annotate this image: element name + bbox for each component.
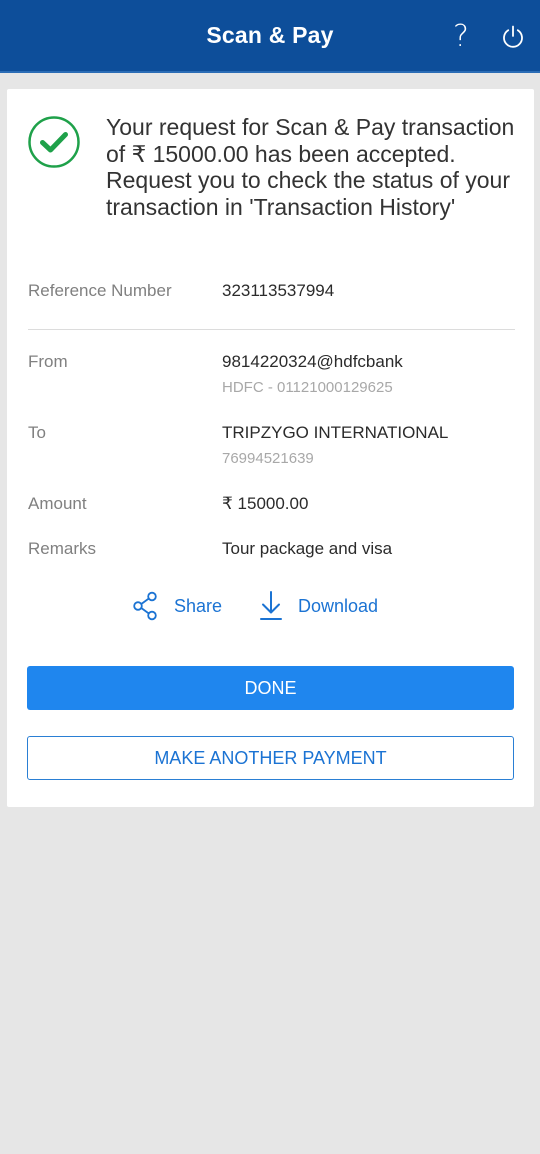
to-label: To — [28, 423, 46, 442]
download-label: Download — [298, 595, 379, 616]
remarks-value: Tour package and visa — [222, 539, 393, 558]
share-button[interactable]: Share — [132, 590, 222, 622]
amount-value: ₹ 15000.00 — [222, 494, 309, 513]
make-another-payment-button[interactable]: MAKE ANOTHER PAYMENT — [27, 736, 514, 780]
to-name: TRIPZYGO INTERNATIONAL — [222, 423, 449, 442]
remarks-label: Remarks — [28, 539, 97, 558]
reference-number-value: 323113537994 — [222, 281, 335, 300]
download-icon — [260, 591, 282, 620]
power-icon[interactable] — [501, 25, 525, 49]
divider — [28, 329, 515, 330]
from-vpa: 9814220324@hdfcbank — [222, 352, 403, 371]
done-button[interactable]: DONE — [27, 666, 514, 710]
download-button[interactable]: Download — [258, 590, 378, 622]
from-label: From — [28, 352, 68, 371]
share-icon — [133, 591, 157, 621]
success-message: Your request for Scan & Pay transaction … — [106, 114, 515, 220]
amount-label: Amount — [28, 494, 87, 513]
help-icon[interactable]: ? — [448, 20, 474, 54]
check-circle-icon — [28, 116, 80, 168]
from-account: HDFC - 01121000129625 — [222, 379, 393, 396]
app-header: Scan & Pay ? — [0, 0, 540, 73]
reference-number-label: Reference Number — [28, 281, 172, 300]
share-label: Share — [174, 595, 223, 616]
to-account: 76994521639 — [222, 450, 314, 467]
